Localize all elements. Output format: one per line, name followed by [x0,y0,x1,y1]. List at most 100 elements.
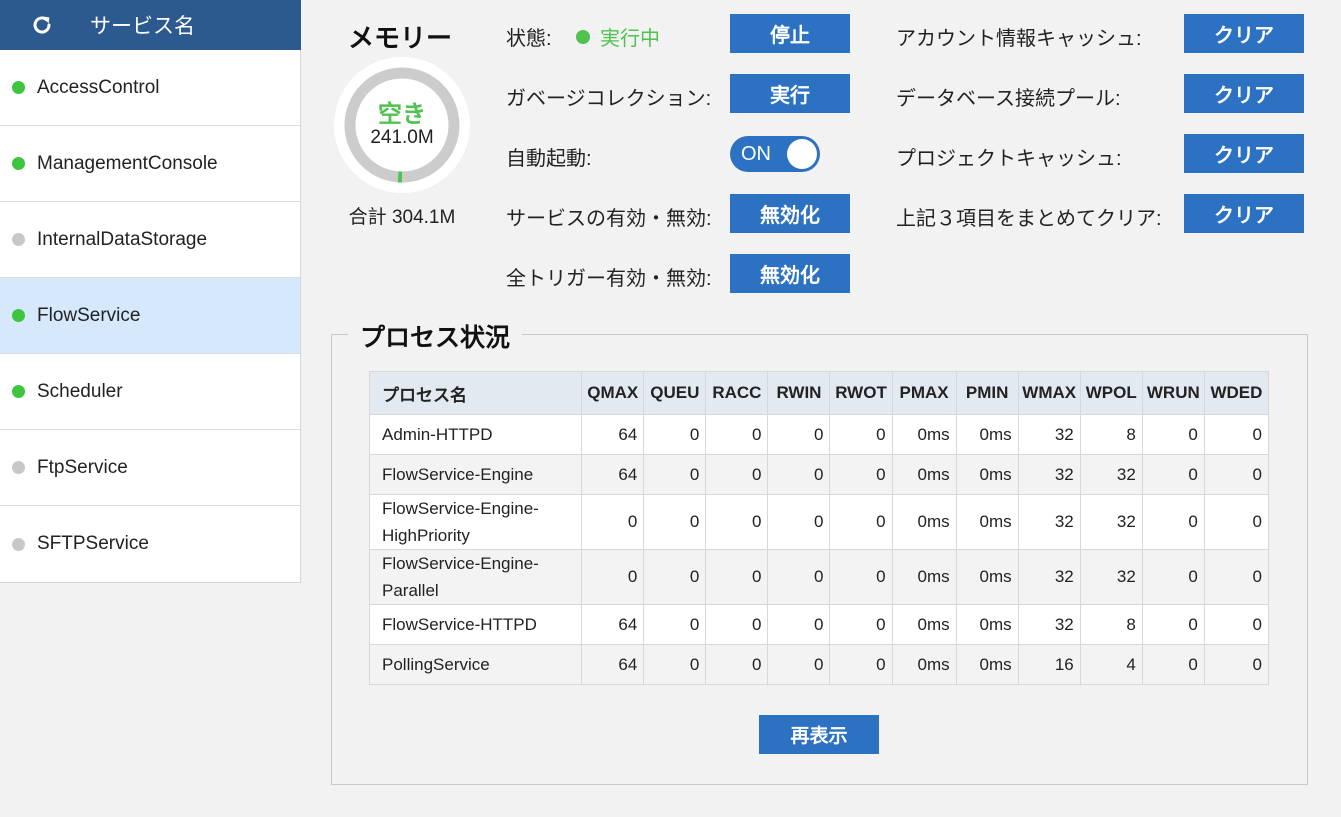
column-header: PMAX [891,371,957,415]
sidebar-item-flowservice[interactable]: FlowService [0,278,300,354]
sidebar-header: サービス名 [0,0,301,50]
sidebar-item-managementconsole[interactable]: ManagementConsole [0,126,300,202]
autostart-label: 自動起動: [506,148,592,170]
column-header: WMAX [1017,371,1081,415]
column-header: RWIN [767,371,831,415]
process-name-line: PollingService [382,655,490,674]
column-header: PMIN [955,371,1019,415]
table-cell: 0 [705,494,769,550]
table-row: FlowService-Engine 64 0 0 0 0 0ms 0ms 32 32 0 0 [368,454,1270,495]
status-running-icon [576,29,590,44]
status-dot-icon [12,233,25,246]
table-cell: 0 [829,494,893,550]
table-row: FlowService-Engine- Parallel 0 0 0 0 0 0ms 0ms 32… [368,549,1270,605]
column-header: プロセス名 [368,371,583,415]
table-cell: 0 [705,454,769,495]
process-name-cell: FlowService-Engine [368,454,583,495]
gc-label: ガベージコレクション: [506,88,712,110]
sidebar-item-scheduler[interactable]: Scheduler [0,354,300,430]
service-toggle-label: サービスの有効・無効: [506,208,712,230]
sidebar-header-title: サービス名 [90,15,195,38]
refresh-button[interactable]: 再表示 [759,715,879,754]
table-cell: 0 [705,644,769,685]
table-cell: 32 [1017,494,1081,550]
autostart-toggle[interactable]: ON [730,136,820,172]
service-disable-button[interactable]: 無効化 [730,194,850,233]
process-name-cell: PollingService [368,644,583,685]
clear-all-button[interactable]: クリア [1184,194,1304,233]
gc-run-button[interactable]: 実行 [730,74,850,113]
table-cell: 32 [1079,549,1143,605]
table-cell: 64 [581,454,645,495]
table-cell: 0 [643,454,707,495]
table-cell: 0ms [955,604,1019,645]
status-dot-icon [12,157,25,170]
trigger-disable-button[interactable]: 無効化 [730,254,850,293]
process-name-cell: FlowService-Engine- Parallel [368,549,583,605]
table-cell: 0 [829,644,893,685]
service-list: AccessControl ManagementConsole InternalDa… [0,50,301,583]
column-header: WPOL [1079,371,1143,415]
table-cell: 0 [1141,549,1205,605]
table-cell: 0ms [891,454,957,495]
table-cell: 0ms [891,604,957,645]
table-row: FlowService-HTTPD 64 0 0 0 0 0ms 0ms 32 8 0 0 [368,604,1270,645]
table-cell: 64 [581,644,645,685]
sidebar-item-label: SFTPService [37,533,149,554]
table-cell: 64 [581,414,645,455]
account-cache-label: アカウント情報キャッシュ: [896,28,1142,50]
refresh-icon[interactable] [30,13,54,37]
project-cache-label: プロジェクトキャッシュ: [896,148,1122,170]
sidebar-item-ftpservice[interactable]: FtpService [0,430,300,506]
table-cell: 0 [643,414,707,455]
sidebar-item-accesscontrol[interactable]: AccessControl [0,50,300,126]
table-cell: 0 [643,549,707,605]
sidebar-item-sftpservice[interactable]: SFTPService [0,506,300,582]
db-pool-clear-button[interactable]: クリア [1184,74,1304,113]
sidebar-item-label: Scheduler [37,380,123,402]
table-cell: 32 [1079,454,1143,495]
table-cell: 0 [767,494,831,550]
table-cell: 0 [829,549,893,605]
db-pool-label: データベース接続プール: [896,88,1121,110]
table-cell: 0ms [891,414,957,455]
column-header: RACC [705,371,769,415]
stop-button[interactable]: 停止 [730,14,850,53]
column-header: RWOT [829,371,893,415]
table-cell: 64 [581,604,645,645]
memory-title: メモリー [348,23,453,53]
table-cell: 0 [705,549,769,605]
table-cell: 0 [1141,604,1205,645]
sidebar-item-label: FtpService [37,456,128,478]
project-cache-clear-button[interactable]: クリア [1184,134,1304,173]
account-cache-clear-button[interactable]: クリア [1184,14,1304,53]
table-cell: 0 [767,549,831,605]
table-row: FlowService-Engine- HighPriority 0 0 0 0 0 0ms 0… [368,494,1270,550]
table-cell: 0 [829,604,893,645]
table-cell: 0 [1203,549,1270,605]
process-table: プロセス名 QMAX QUEU RACC RWIN RWOT PMAX PMIN WMAX WPO… [368,371,1270,685]
process-name-line: Admin-HTTPD [382,425,493,444]
table-cell: 0ms [955,414,1019,455]
table-cell: 0ms [955,454,1019,495]
sidebar-item-internaldatastorage[interactable]: InternalDataStorage [0,202,300,278]
toggle-knob [787,139,817,169]
process-name-line: FlowService-Engine [382,465,534,484]
table-cell: 0 [1203,494,1270,550]
table-cell: 0 [829,454,893,495]
status-dot-icon [12,309,25,322]
table-cell: 0 [1203,604,1270,645]
table-row: PollingService 64 0 0 0 0 0ms 0ms 16 4 0 0 [368,644,1270,685]
table-cell: 32 [1017,454,1081,495]
process-name-line: FlowService-HTTPD [382,615,537,634]
table-cell: 0ms [891,549,957,605]
process-title: プロセス状況 [348,318,523,354]
table-cell: 32 [1017,549,1081,605]
trigger-toggle-label: 全トリガー有効・無効: [506,268,712,290]
table-cell: 0 [1141,414,1205,455]
process-name-line: HighPriority [382,526,470,545]
table-cell: 32 [1079,494,1143,550]
table-cell: 0ms [955,644,1019,685]
process-name-cell: Admin-HTTPD [368,414,583,455]
status-dot-icon [12,461,25,474]
